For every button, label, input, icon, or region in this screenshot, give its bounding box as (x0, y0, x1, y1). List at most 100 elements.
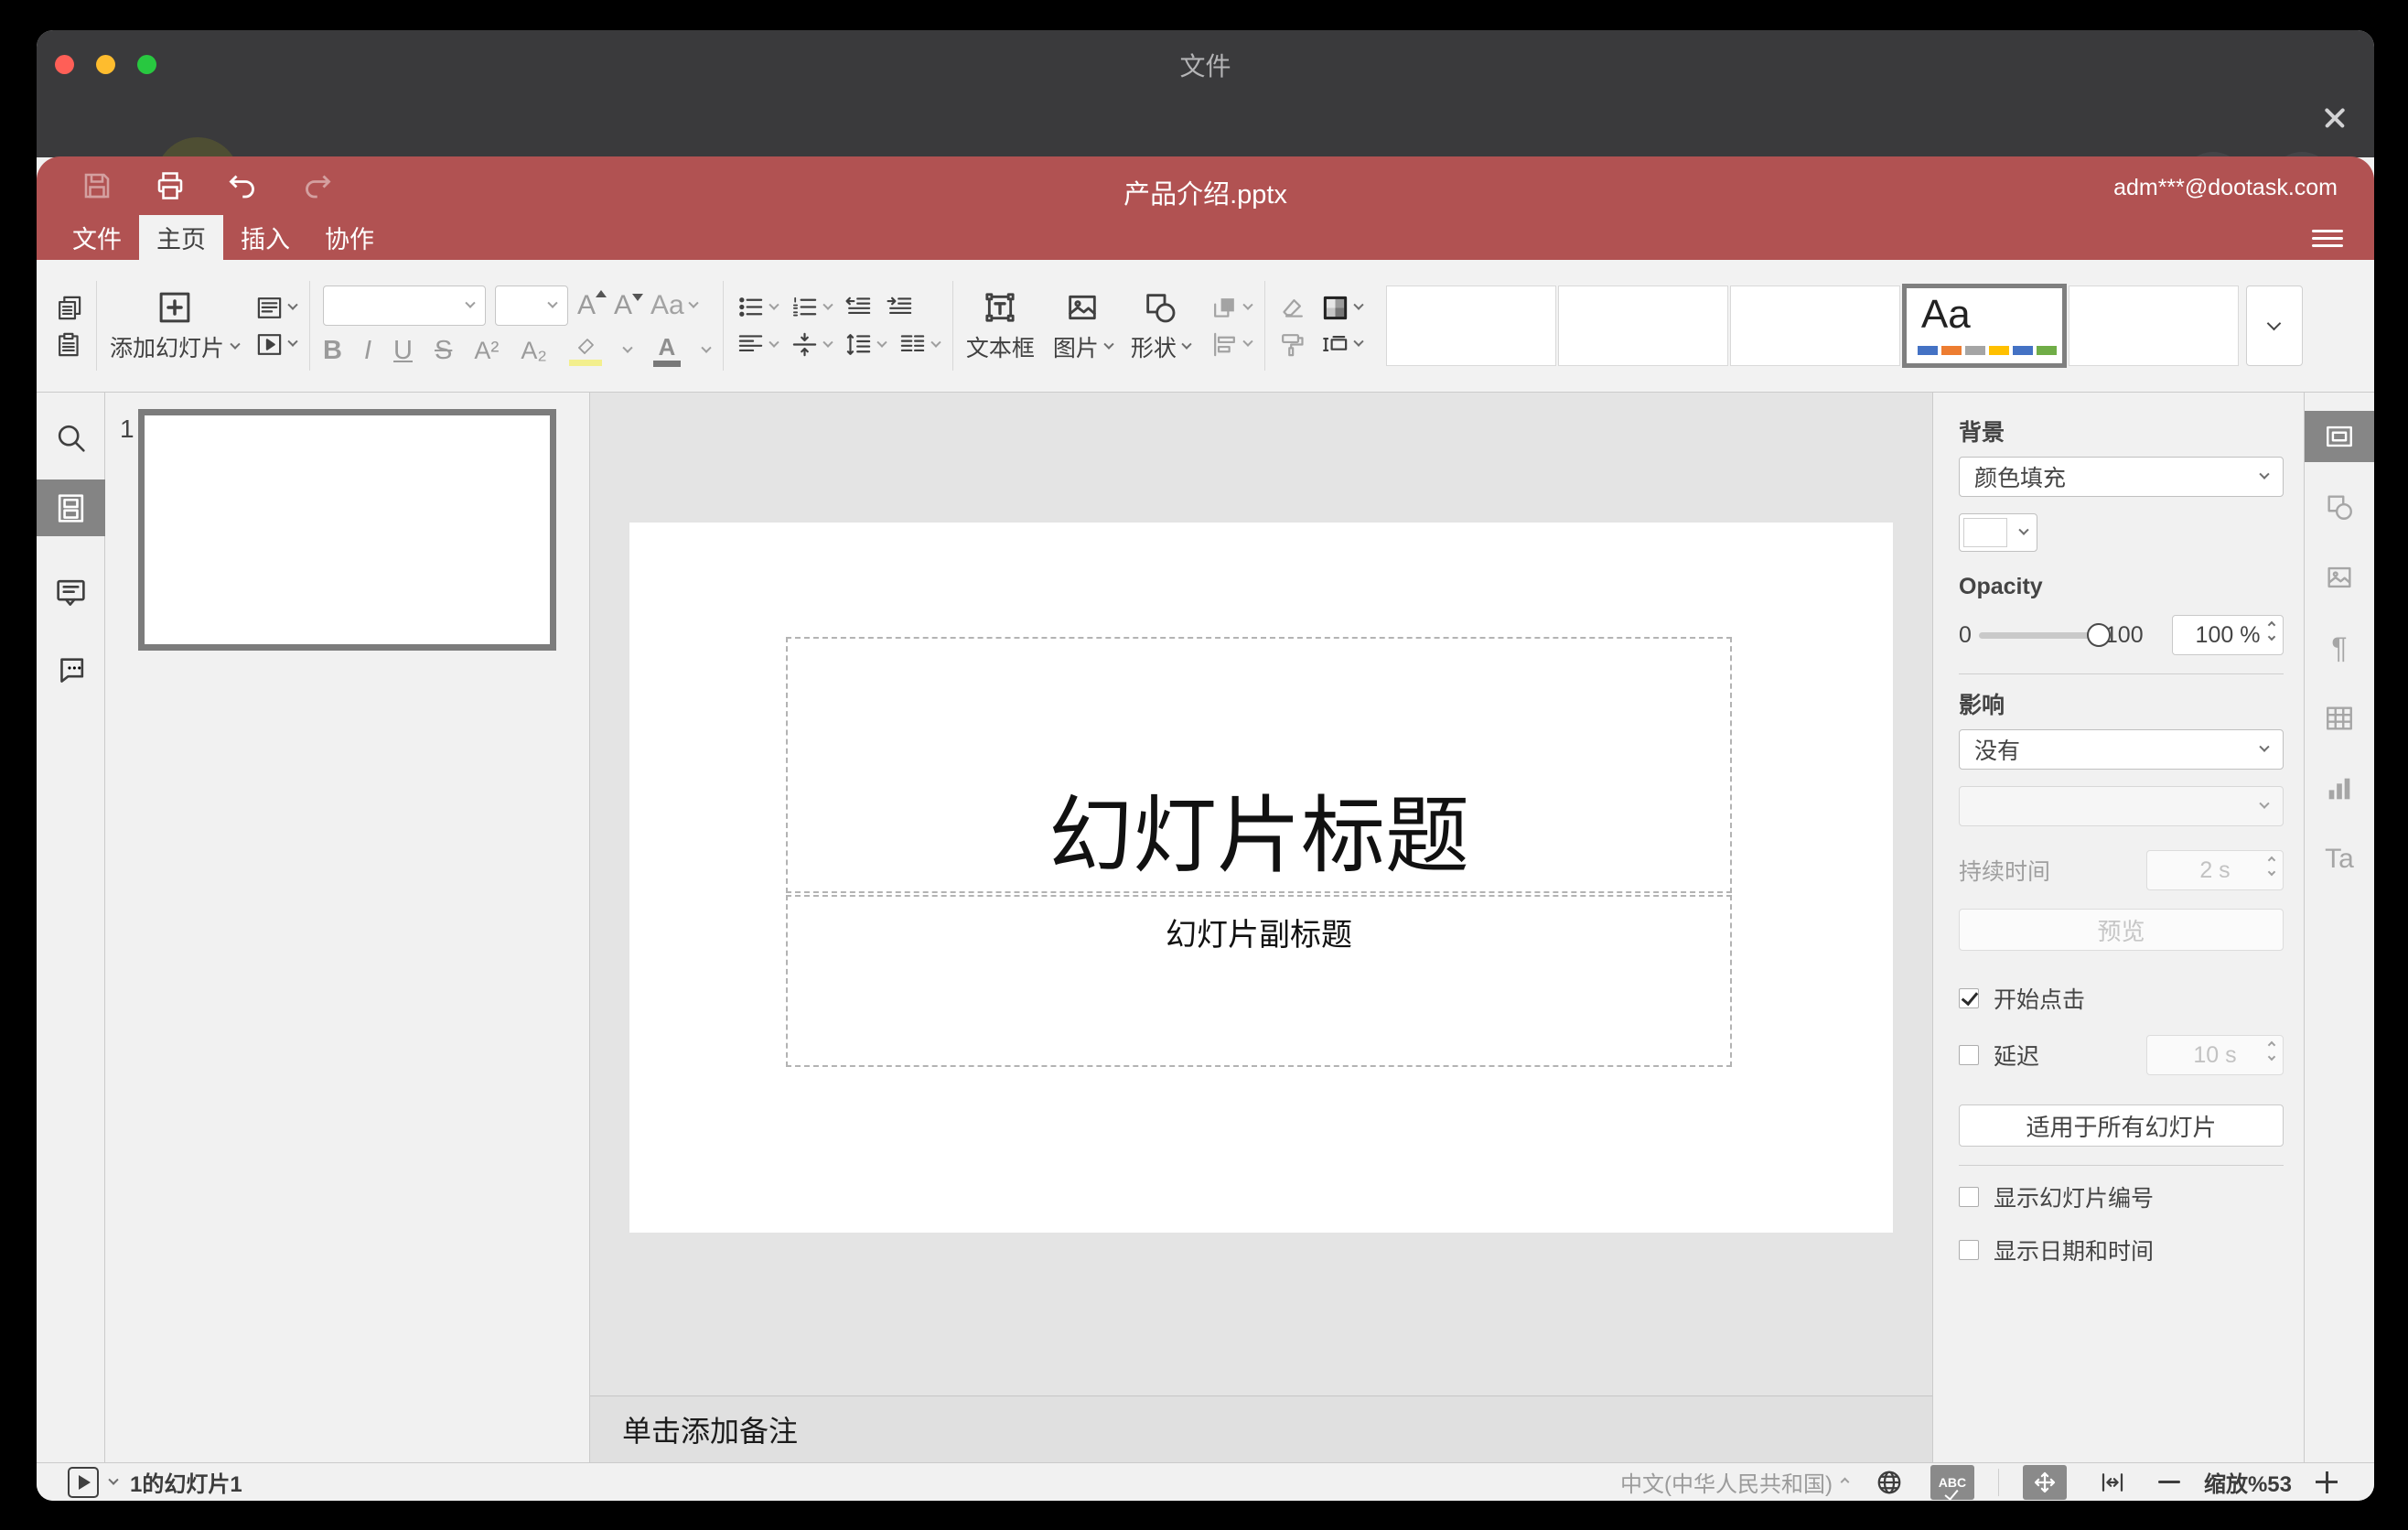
app-header: 产品介绍.pptx adm***@dootask.com 文件 主页 插入 协作 (37, 156, 2374, 260)
slide-layout-button[interactable] (255, 294, 298, 322)
insert-textbox-button[interactable]: 文本框 (966, 289, 1035, 363)
italic-button[interactable]: I (364, 336, 371, 366)
delay-checkbox[interactable] (1959, 1045, 1979, 1065)
delay-spinner[interactable]: 10 s (2146, 1035, 2284, 1075)
effect-type-select[interactable] (1959, 786, 2284, 826)
align-shape-icon[interactable] (1210, 330, 1253, 359)
add-slide-label: 添加幻灯片 (110, 336, 225, 361)
theme-slot[interactable] (1729, 286, 1900, 366)
font-size-select[interactable] (495, 285, 569, 326)
duration-spinner[interactable]: 2 s (2146, 850, 2284, 890)
slide-size-icon[interactable] (1321, 330, 1364, 359)
preview-button[interactable]: 预览 (1959, 909, 2284, 951)
paragraph-settings-icon[interactable]: ¶ (2305, 622, 2375, 673)
show-slide-number-checkbox[interactable] (1959, 1187, 1979, 1207)
subtitle-placeholder[interactable]: 幻灯片副标题 (786, 895, 1732, 1067)
status-bar: 1的幻灯片1 中文(中华人民共和国) ABC 缩放%53 (37, 1462, 2374, 1501)
theme-gallery-expand-button[interactable] (2245, 286, 2303, 366)
slide-theme-colors-icon[interactable] (1321, 294, 1364, 322)
editor-area: 幻灯片标题 幻灯片副标题 单击添加备注 (590, 393, 1932, 1462)
theme-gallery: Aa (1385, 284, 2239, 368)
vertical-align-icon[interactable] (790, 330, 833, 359)
increase-indent-icon[interactable] (886, 293, 914, 321)
strikeout-button[interactable]: S (435, 336, 452, 366)
image-settings-icon[interactable] (2305, 552, 2375, 603)
arrange-shape-icon[interactable] (1210, 294, 1253, 322)
table-settings-icon[interactable] (2305, 693, 2375, 744)
theme-slot[interactable] (2068, 286, 2239, 366)
superscript-button[interactable]: A² (474, 337, 499, 365)
start-slideshow-status-icon[interactable] (68, 1466, 99, 1498)
decrease-indent-icon[interactable] (844, 293, 873, 321)
title-placeholder[interactable]: 幻灯片标题 (786, 637, 1732, 893)
increase-font-button[interactable]: A (577, 289, 607, 321)
tab-home[interactable]: 主页 (139, 215, 223, 260)
menu-icon[interactable] (2312, 225, 2343, 249)
show-date-time-checkbox[interactable] (1959, 1240, 1979, 1260)
fit-to-slide-icon[interactable] (2022, 1464, 2067, 1500)
comments-icon[interactable] (37, 564, 105, 620)
language-select[interactable]: 中文(中华人民共和国) (1620, 1466, 1850, 1498)
effect-select[interactable]: 没有 (1959, 729, 2284, 770)
opacity-spinner[interactable]: 100 % (2172, 615, 2284, 655)
notes-area[interactable]: 单击添加备注 (590, 1395, 1932, 1462)
zoom-in-icon[interactable] (2316, 1471, 2338, 1493)
horizontal-align-icon[interactable] (736, 330, 779, 359)
theme-color-bars (1917, 346, 2057, 355)
left-sidebar (37, 393, 105, 1462)
zoom-out-icon[interactable] (2157, 1481, 2180, 1483)
slides-panel-icon[interactable] (37, 479, 105, 536)
set-language-globe-icon[interactable] (1872, 1465, 1907, 1500)
paste-icon[interactable] (55, 330, 83, 359)
slide-canvas-area: 幻灯片标题 幻灯片副标题 (590, 393, 1932, 1395)
change-case-button[interactable]: Aa (650, 290, 699, 321)
font-name-select[interactable] (323, 285, 487, 326)
columns-icon[interactable] (898, 330, 941, 359)
paint-roller-icon[interactable] (1278, 330, 1306, 359)
start-on-click-checkbox[interactable] (1959, 988, 1979, 1008)
subscript-button[interactable]: A₂ (521, 337, 547, 365)
tab-collaboration[interactable]: 协作 (307, 215, 392, 260)
decrease-font-button[interactable]: A (614, 290, 644, 321)
chat-icon[interactable] (37, 641, 105, 697)
tab-insert[interactable]: 插入 (223, 215, 307, 260)
apply-to-all-slides-button[interactable]: 适用于所有幻灯片 (1959, 1104, 2284, 1147)
numbered-list-icon[interactable] (790, 293, 833, 321)
close-icon[interactable] (2321, 104, 2349, 132)
bullet-list-icon[interactable] (736, 293, 779, 321)
insert-shape-button[interactable]: 形状 (1131, 289, 1192, 363)
color-swatch (1963, 518, 2007, 547)
textart-settings-icon[interactable]: Ta (2305, 834, 2375, 885)
start-on-click-label: 开始点击 (1994, 987, 2086, 1013)
fill-color-picker[interactable] (1959, 513, 2037, 552)
theme-slot-selected[interactable]: Aa (1901, 284, 2067, 368)
chart-settings-icon[interactable] (2305, 763, 2375, 814)
underline-button[interactable]: U (393, 336, 413, 366)
line-spacing-icon[interactable] (844, 330, 887, 359)
slide-canvas[interactable]: 幻灯片标题 幻灯片副标题 (629, 523, 1893, 1233)
highlight-color-button[interactable] (568, 336, 602, 366)
eraser-icon[interactable] (1278, 294, 1306, 322)
fit-to-width-icon[interactable] (2091, 1465, 2134, 1500)
start-slideshow-button[interactable] (255, 330, 298, 359)
add-slide-icon (159, 292, 189, 323)
slide-thumbnail[interactable] (138, 409, 556, 651)
opacity-label: Opacity (1959, 574, 2043, 599)
header-backdrop (37, 99, 2374, 157)
bold-button[interactable]: B (323, 336, 342, 366)
add-slide-button[interactable]: 添加幻灯片 (110, 288, 241, 363)
theme-slot[interactable] (1557, 286, 1728, 366)
spellcheck-icon[interactable]: ABC (1930, 1464, 1974, 1500)
font-color-button[interactable]: A (652, 335, 681, 367)
theme-slot[interactable] (1385, 286, 1556, 366)
opacity-slider[interactable] (1978, 622, 2111, 647)
opacity-slider-knob[interactable] (2086, 622, 2111, 647)
window-title: 文件 (1179, 51, 1231, 81)
fill-type-select[interactable]: 颜色填充 (1959, 457, 2284, 497)
tab-file[interactable]: 文件 (55, 215, 139, 260)
insert-image-button[interactable]: 图片 (1053, 289, 1114, 363)
search-icon[interactable] (37, 409, 105, 466)
copy-icon[interactable] (55, 294, 83, 322)
slide-settings-icon[interactable] (2304, 411, 2374, 462)
shape-settings-icon[interactable] (2305, 481, 2375, 533)
